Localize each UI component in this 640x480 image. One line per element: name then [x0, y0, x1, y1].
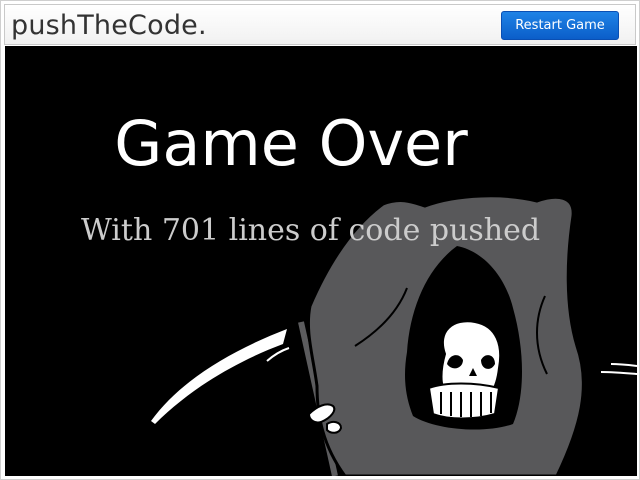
brand-logo: pushTheCode.	[11, 10, 207, 41]
game-over-screen: Game Over With 701 lines of code pushed	[5, 46, 637, 476]
top-bar: pushTheCode. Restart Game	[4, 4, 636, 45]
restart-game-button[interactable]: Restart Game	[501, 11, 619, 40]
game-over-title: Game Over	[114, 107, 468, 180]
app-window: pushTheCode. Restart Game Game Over With…	[0, 0, 640, 480]
lines-pushed-summary: With 701 lines of code pushed	[81, 213, 541, 248]
